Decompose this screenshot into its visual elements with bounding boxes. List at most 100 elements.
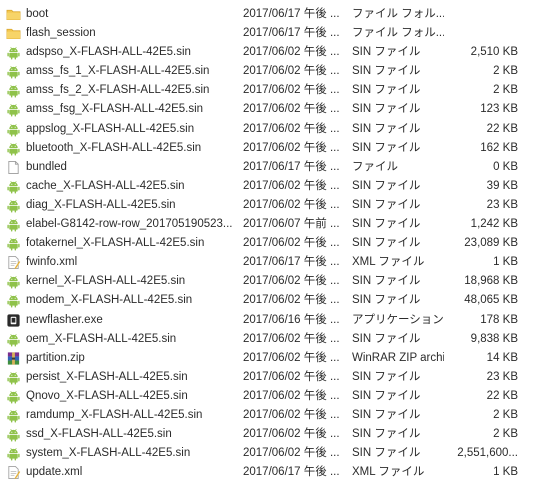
file-name: amss_fs_2_X-FLASH-ALL-42E5.sin [26, 84, 210, 97]
file-date: 2017/06/02 午後 ... [243, 408, 340, 421]
file-name: system_X-FLASH-ALL-42E5.sin [26, 447, 191, 460]
file-row[interactable]: boot 2017/06/17 午後 ... ファイル フォル... [0, 5, 557, 24]
file-date: 2017/06/02 午後 ... [243, 179, 340, 192]
file-row[interactable]: bundled 2017/06/17 午後 ... ファイル 0 KB [0, 158, 557, 177]
file-row[interactable]: modem_X-FLASH-ALL-42E5.sin 2017/06/02 午後… [0, 291, 557, 310]
file-type: ファイル フォル... [352, 27, 444, 40]
file-size: 23 KB [486, 198, 518, 211]
file-date: 2017/06/07 午前 ... [243, 218, 340, 231]
file-date: 2017/06/16 午後 ... [243, 313, 340, 326]
android-icon [6, 198, 21, 213]
file-type: SIN ファイル [352, 179, 421, 192]
file-name: bundled [26, 160, 67, 173]
file-name: amss_fsg_X-FLASH-ALL-42E5.sin [26, 103, 204, 116]
file-type: ファイル フォル... [352, 8, 444, 20]
file-name: boot [26, 8, 49, 20]
file-type: SIN ファイル [352, 294, 421, 307]
file-name: ssd_X-FLASH-ALL-42E5.sin [26, 428, 172, 441]
file-row[interactable]: cache_X-FLASH-ALL-42E5.sin 2017/06/02 午後… [0, 177, 557, 196]
file-type: SIN ファイル [352, 389, 421, 402]
file-size: 162 KB [480, 141, 518, 154]
file-row[interactable]: update.xml 2017/06/17 午後 ... XML ファイル 1 … [0, 463, 557, 482]
file-size: 22 KB [486, 122, 518, 135]
zip-icon [6, 351, 21, 366]
exe-icon [6, 313, 21, 328]
file-name: adspso_X-FLASH-ALL-42E5.sin [26, 46, 191, 59]
file-size: 2 KB [493, 428, 518, 441]
file-size: 14 KB [486, 351, 518, 364]
file-size: 23 KB [486, 370, 518, 383]
file-date: 2017/06/02 午後 ... [243, 332, 340, 345]
file-name: modem_X-FLASH-ALL-42E5.sin [26, 294, 193, 307]
file-row[interactable]: oem_X-FLASH-ALL-42E5.sin 2017/06/02 午後 .… [0, 330, 557, 349]
file-row[interactable]: amss_fs_1_X-FLASH-ALL-42E5.sin 2017/06/0… [0, 62, 557, 81]
file-type: SIN ファイル [352, 198, 421, 211]
file-name: appslog_X-FLASH-ALL-42E5.sin [26, 122, 195, 135]
file-name: newflasher.exe [26, 313, 103, 326]
file-row[interactable]: ssd_X-FLASH-ALL-42E5.sin 2017/06/02 午後 .… [0, 425, 557, 444]
file-row[interactable]: fotakernel_X-FLASH-ALL-42E5.sin 2017/06/… [0, 234, 557, 253]
file-row[interactable]: amss_fsg_X-FLASH-ALL-42E5.sin 2017/06/02… [0, 100, 557, 119]
file-row[interactable]: ramdump_X-FLASH-ALL-42E5.sin 2017/06/02 … [0, 406, 557, 425]
file-name: amss_fs_1_X-FLASH-ALL-42E5.sin [26, 65, 210, 78]
file-size: 22 KB [486, 389, 518, 402]
xml-file-icon [6, 255, 21, 270]
file-name: cache_X-FLASH-ALL-42E5.sin [26, 179, 185, 192]
file-row[interactable]: bluetooth_X-FLASH-ALL-42E5.sin 2017/06/0… [0, 139, 557, 158]
file-size: 2 KB [493, 84, 518, 97]
android-icon [6, 217, 21, 232]
file-row[interactable]: newflasher.exe 2017/06/16 午後 ... アプリケーショ… [0, 311, 557, 330]
file-name: bluetooth_X-FLASH-ALL-42E5.sin [26, 141, 202, 154]
android-icon [6, 179, 21, 194]
file-size: 0 KB [493, 160, 518, 173]
file-row[interactable]: adspso_X-FLASH-ALL-42E5.sin 2017/06/02 午… [0, 43, 557, 62]
file-name: flash_session [26, 27, 96, 40]
file-type: SIN ファイル [352, 370, 421, 383]
file-date: 2017/06/02 午後 ... [243, 122, 340, 135]
file-type: WinRAR ZIP archi... [352, 351, 444, 364]
file-date: 2017/06/02 午後 ... [243, 389, 340, 402]
file-row[interactable]: system_X-FLASH-ALL-42E5.sin 2017/06/02 午… [0, 444, 557, 463]
file-type: SIN ファイル [352, 428, 421, 441]
file-row[interactable]: kernel_X-FLASH-ALL-42E5.sin 2017/06/02 午… [0, 272, 557, 291]
android-icon [6, 236, 21, 251]
file-type: ファイル [352, 160, 398, 173]
file-row[interactable]: amss_fs_2_X-FLASH-ALL-42E5.sin 2017/06/0… [0, 81, 557, 100]
file-date: 2017/06/02 午後 ... [243, 370, 340, 383]
file-row[interactable]: diag_X-FLASH-ALL-42E5.sin 2017/06/02 午後 … [0, 196, 557, 215]
file-date: 2017/06/02 午後 ... [243, 237, 340, 250]
file-row[interactable]: partition.zip 2017/06/02 午後 ... WinRAR Z… [0, 349, 557, 368]
file-row[interactable]: appslog_X-FLASH-ALL-42E5.sin 2017/06/02 … [0, 120, 557, 139]
file-date: 2017/06/17 午後 ... [243, 466, 340, 479]
file-row[interactable]: persist_X-FLASH-ALL-42E5.sin 2017/06/02 … [0, 368, 557, 387]
file-type: SIN ファイル [352, 275, 421, 288]
file-size: 23,089 KB [464, 237, 518, 250]
file-date: 2017/06/02 午後 ... [243, 275, 340, 288]
android-icon [6, 332, 21, 347]
file-row[interactable]: Qnovo_X-FLASH-ALL-42E5.sin 2017/06/02 午後… [0, 387, 557, 406]
file-type: XML ファイル [352, 466, 425, 479]
blank-file-icon [6, 160, 21, 175]
file-size: 39 KB [486, 179, 518, 192]
file-row[interactable]: flash_session 2017/06/17 午後 ... ファイル フォル… [0, 24, 557, 43]
file-name: Qnovo_X-FLASH-ALL-42E5.sin [26, 389, 188, 402]
file-date: 2017/06/17 午後 ... [243, 27, 340, 40]
file-row[interactable]: fwinfo.xml 2017/06/17 午後 ... XML ファイル 1 … [0, 253, 557, 272]
android-icon [6, 370, 21, 385]
file-type: XML ファイル [352, 256, 425, 269]
android-icon [6, 293, 21, 308]
file-type: SIN ファイル [352, 141, 421, 154]
file-size: 9,838 KB [470, 332, 518, 345]
file-row[interactable]: elabel-G8142-row-row_201705190523... 201… [0, 215, 557, 234]
file-type: SIN ファイル [352, 332, 421, 345]
file-type: SIN ファイル [352, 84, 421, 97]
android-icon [6, 45, 21, 60]
file-date: 2017/06/02 午後 ... [243, 294, 340, 307]
file-size: 1 KB [493, 466, 518, 479]
file-size: 1,242 KB [470, 218, 518, 231]
file-name: ramdump_X-FLASH-ALL-42E5.sin [26, 408, 203, 421]
file-date: 2017/06/02 午後 ... [243, 141, 340, 154]
android-icon [6, 274, 21, 289]
file-name: update.xml [26, 466, 83, 479]
file-type: SIN ファイル [352, 122, 421, 135]
